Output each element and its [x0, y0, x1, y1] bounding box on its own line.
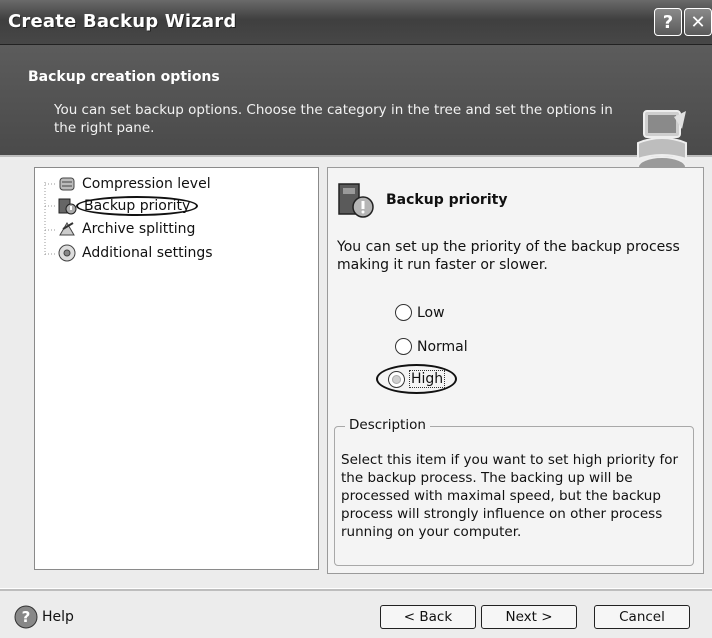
wizard-window: Create Backup Wizard ? ✕ Backup creation… — [0, 0, 712, 638]
radio-circle[interactable] — [388, 370, 405, 388]
radio-label: Low — [417, 304, 445, 321]
close-button[interactable]: ✕ — [684, 8, 712, 36]
settings-icon — [58, 244, 76, 262]
cancel-button[interactable]: Cancel — [594, 605, 690, 629]
option-title: Backup priority — [386, 192, 508, 208]
tree-item-label: Compression level — [82, 176, 211, 192]
title-bar[interactable]: Create Backup Wizard ? ✕ — [0, 0, 712, 45]
tree-item-label: Archive splitting — [82, 221, 196, 237]
back-button[interactable]: < Back — [380, 605, 476, 629]
radio-normal[interactable]: Normal — [395, 338, 469, 355]
next-button[interactable]: Next > — [481, 605, 577, 629]
help-button[interactable]: ? Help — [14, 605, 74, 629]
options-pane: Backup priority You can set up the prior… — [327, 167, 704, 574]
svg-text:?: ? — [22, 608, 31, 626]
radio-high[interactable]: High — [376, 364, 458, 394]
radio-label: High — [409, 370, 446, 388]
tree-item-additional-settings[interactable]: Additional settings — [57, 243, 215, 263]
next-label: Next > — [505, 609, 553, 625]
help-title-button[interactable]: ? — [654, 8, 682, 36]
radio-low[interactable]: Low — [395, 304, 446, 321]
header-title: Backup creation options — [28, 69, 220, 85]
description-legend: Description — [345, 417, 430, 433]
tree-item-label: Backup priority — [76, 196, 199, 216]
radio-label: Normal — [417, 338, 468, 355]
priority-icon — [338, 183, 374, 218]
priority-icon — [58, 198, 77, 215]
tree-item-label: Additional settings — [82, 245, 213, 261]
radio-circle[interactable] — [395, 304, 412, 321]
description-text: Select this item if you want to set high… — [341, 452, 679, 540]
splitting-icon — [59, 222, 75, 236]
description-group: Description Select this item if you want… — [334, 417, 694, 566]
options-tree[interactable]: Compression level Backup priority Archiv… — [34, 167, 319, 570]
help-icon: ? — [14, 605, 38, 629]
radio-circle[interactable] — [395, 338, 412, 355]
header-description: You can set backup options. Choose the c… — [54, 102, 613, 136]
header-banner: Backup creation options You can set back… — [0, 45, 712, 178]
footer-divider — [0, 588, 712, 591]
compression-icon — [59, 177, 75, 191]
close-icon: ✕ — [690, 11, 706, 33]
window-title: Create Backup Wizard — [8, 11, 237, 32]
tree-item-compression-level[interactable]: Compression level — [57, 174, 213, 194]
question-icon: ? — [662, 11, 674, 33]
option-description: You can set up the priority of the backu… — [337, 239, 680, 273]
tree-item-archive-splitting[interactable]: Archive splitting — [57, 219, 197, 239]
tree-item-backup-priority[interactable]: Backup priority — [57, 196, 199, 216]
help-label: Help — [42, 609, 74, 625]
